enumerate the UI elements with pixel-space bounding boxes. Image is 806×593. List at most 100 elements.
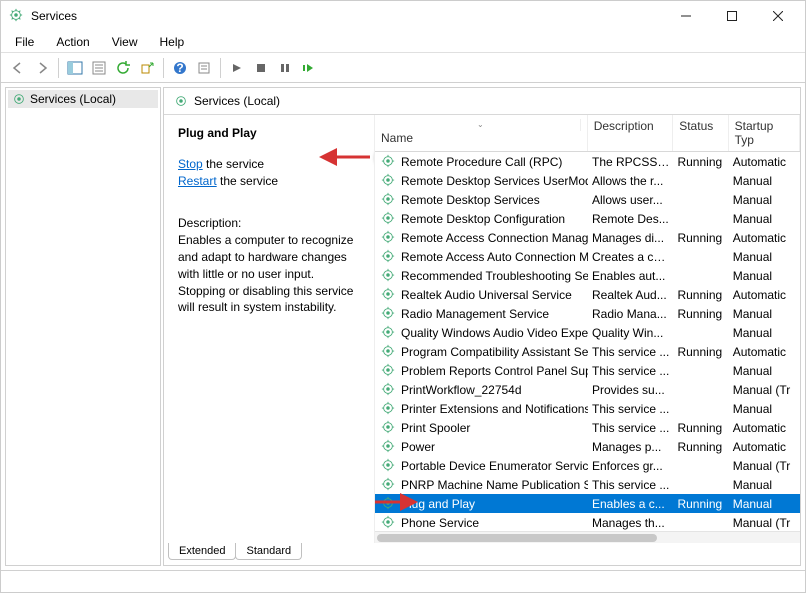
- table-row[interactable]: Remote Access Connection ManagerManages …: [375, 228, 800, 247]
- restart-service-button[interactable]: [298, 57, 320, 79]
- horizontal-scrollbar[interactable]: [375, 531, 800, 543]
- stop-service-button[interactable]: [250, 57, 272, 79]
- forward-button[interactable]: [31, 57, 53, 79]
- cell-status: Running: [673, 155, 728, 169]
- cell-name: Remote Procedure Call (RPC): [401, 155, 562, 169]
- tree-pane: Services (Local): [5, 87, 161, 566]
- table-row[interactable]: Problem Reports Control Panel Supp...Thi…: [375, 361, 800, 380]
- maximize-button[interactable]: [709, 1, 755, 31]
- cell-description: Allows the r...: [588, 174, 673, 188]
- menu-view[interactable]: View: [102, 33, 148, 51]
- cell-description: This service ...: [588, 345, 673, 359]
- back-button[interactable]: [7, 57, 29, 79]
- gear-icon: [381, 458, 397, 474]
- gear-icon: [381, 306, 397, 322]
- show-hide-tree-button[interactable]: [64, 57, 86, 79]
- tree-node-services-local[interactable]: Services (Local): [8, 90, 158, 108]
- close-button[interactable]: [755, 1, 801, 31]
- sort-indicator-icon: ⌄: [381, 119, 581, 131]
- refresh-button[interactable]: [112, 57, 134, 79]
- column-header-startup[interactable]: Startup Typ: [729, 115, 800, 151]
- status-bar: [1, 570, 805, 592]
- menu-file[interactable]: File: [5, 33, 44, 51]
- stop-service-link[interactable]: Stop: [178, 157, 203, 171]
- content-area: Services (Local) Services (Local) Plug a…: [1, 83, 805, 570]
- gear-icon: [381, 401, 397, 417]
- gear-icon: [174, 94, 188, 108]
- start-service-button[interactable]: [226, 57, 248, 79]
- stop-tail: the service: [203, 157, 264, 171]
- cell-description: Manages th...: [588, 516, 673, 530]
- gear-icon: [381, 287, 397, 303]
- gear-icon: [381, 363, 397, 379]
- cell-startup: Automatic: [729, 440, 800, 454]
- cell-description: Enables aut...: [588, 269, 673, 283]
- cell-description: Enforces gr...: [588, 459, 673, 473]
- export-list-button[interactable]: [136, 57, 158, 79]
- table-row[interactable]: Quality Windows Audio Video Experi...Qua…: [375, 323, 800, 342]
- cell-description: Manages p...: [588, 440, 673, 454]
- table-row[interactable]: Remote Desktop ConfigurationRemote Des..…: [375, 209, 800, 228]
- cell-startup: Automatic: [729, 421, 800, 435]
- cell-description: This service ...: [588, 478, 673, 492]
- restart-service-link[interactable]: Restart: [178, 174, 217, 188]
- properties-button[interactable]: [88, 57, 110, 79]
- table-row[interactable]: Remote Procedure Call (RPC)The RPCSS s..…: [375, 152, 800, 171]
- gear-icon: [381, 439, 397, 455]
- table-row[interactable]: PowerManages p...RunningAutomatic: [375, 437, 800, 456]
- table-row[interactable]: Remote Desktop Services UserMode ...Allo…: [375, 171, 800, 190]
- cell-name: Realtek Audio Universal Service: [401, 288, 572, 302]
- toolbar: ?: [1, 53, 805, 83]
- cell-startup: Manual: [729, 193, 800, 207]
- minimize-button[interactable]: [663, 1, 709, 31]
- properties-button-2[interactable]: [193, 57, 215, 79]
- cell-name: Printer Extensions and Notifications: [401, 402, 588, 416]
- cell-name: PNRP Machine Name Publication Ser...: [401, 478, 588, 492]
- gear-icon: [381, 420, 397, 436]
- tab-standard[interactable]: Standard: [235, 543, 302, 560]
- column-header-description[interactable]: Description: [588, 115, 674, 151]
- scrollbar-thumb[interactable]: [377, 534, 657, 542]
- cell-description: Enables a c...: [588, 497, 673, 511]
- table-row[interactable]: PrintWorkflow_22754dProvides su...Manual…: [375, 380, 800, 399]
- table-row[interactable]: Radio Management ServiceRadio Mana...Run…: [375, 304, 800, 323]
- gear-icon: [381, 173, 397, 189]
- table-row[interactable]: Printer Extensions and NotificationsThis…: [375, 399, 800, 418]
- cell-description: This service ...: [588, 421, 673, 435]
- cell-name: Remote Access Auto Connection Ma...: [401, 250, 588, 264]
- table-row[interactable]: Portable Device Enumerator ServiceEnforc…: [375, 456, 800, 475]
- column-header-status[interactable]: Status: [673, 115, 728, 151]
- menu-action[interactable]: Action: [46, 33, 99, 51]
- table-row[interactable]: Realtek Audio Universal ServiceRealtek A…: [375, 285, 800, 304]
- cell-name: PrintWorkflow_22754d: [401, 383, 522, 397]
- table-row[interactable]: Plug and PlayEnables a c...RunningManual: [375, 494, 800, 513]
- table-row[interactable]: Program Compatibility Assistant Serv...T…: [375, 342, 800, 361]
- tab-extended[interactable]: Extended: [168, 543, 236, 560]
- gear-icon: [381, 230, 397, 246]
- pane-header-label: Services (Local): [194, 94, 280, 108]
- cell-name: Power: [401, 440, 435, 454]
- table-row[interactable]: Phone ServiceManages th...Manual (Tr: [375, 513, 800, 531]
- tree-node-label: Services (Local): [30, 92, 116, 106]
- cell-name: Remote Desktop Configuration: [401, 212, 565, 226]
- help-button[interactable]: ?: [169, 57, 191, 79]
- pane-header: Services (Local): [164, 88, 800, 115]
- column-header-name[interactable]: ⌄Name: [375, 115, 588, 151]
- table-row[interactable]: Print SpoolerThis service ...RunningAuto…: [375, 418, 800, 437]
- cell-name: Remote Desktop Services: [401, 193, 540, 207]
- table-row[interactable]: PNRP Machine Name Publication Ser...This…: [375, 475, 800, 494]
- table-row[interactable]: Remote Access Auto Connection Ma...Creat…: [375, 247, 800, 266]
- cell-startup: Manual: [729, 478, 800, 492]
- cell-description: Creates a co...: [588, 250, 673, 264]
- rows-container[interactable]: 1 Remote Procedure Call (RPC)The RPCSS s…: [375, 152, 800, 531]
- detail-pane: Plug and Play Stop the service Restart t…: [164, 115, 374, 543]
- main-pane: Services (Local) Plug and Play Stop the …: [163, 87, 801, 566]
- cell-startup: Automatic: [729, 155, 800, 169]
- title-bar: Services: [1, 1, 805, 31]
- menu-help[interactable]: Help: [150, 33, 195, 51]
- table-row[interactable]: Recommended Troubleshooting Serv...Enabl…: [375, 266, 800, 285]
- table-row[interactable]: Remote Desktop ServicesAllows user...Man…: [375, 190, 800, 209]
- cell-startup: Manual: [729, 364, 800, 378]
- pause-service-button[interactable]: [274, 57, 296, 79]
- cell-startup: Manual: [729, 326, 800, 340]
